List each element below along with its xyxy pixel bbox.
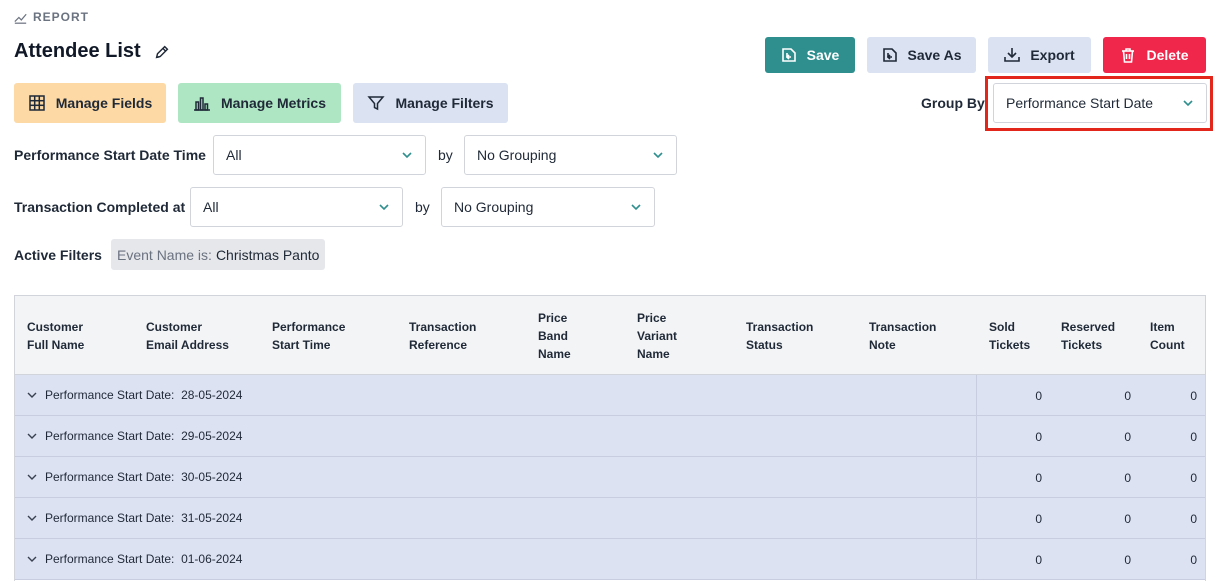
- column-header[interactable]: Transaction Status: [746, 296, 813, 375]
- column-header[interactable]: Price Band Name: [538, 296, 571, 375]
- kicker-label: REPORT: [33, 10, 90, 24]
- transaction-grouping-select[interactable]: No Grouping: [441, 187, 655, 227]
- manage-fields-button[interactable]: Manage Fields: [14, 83, 166, 123]
- sold-tickets-cell: 0: [1035, 471, 1042, 485]
- chevron-down-icon[interactable]: [27, 554, 37, 564]
- group-by-select[interactable]: Performance Start Date: [993, 83, 1207, 123]
- export-button[interactable]: Export: [988, 37, 1091, 73]
- column-header[interactable]: Customer Full Name: [27, 296, 84, 375]
- column-header[interactable]: Transaction Note: [869, 296, 936, 375]
- manage-fields-label: Manage Fields: [55, 95, 153, 111]
- performance-grouping-select[interactable]: No Grouping: [464, 135, 677, 175]
- group-row[interactable]: Performance Start Date: 31-05-2024 0 0 0: [15, 498, 1205, 539]
- column-header[interactable]: Sold Tickets: [989, 296, 1030, 375]
- chevron-down-icon[interactable]: [27, 390, 37, 400]
- table-header: Customer Full Name Customer Email Address …: [15, 296, 1205, 375]
- column-header[interactable]: Performance Start Time: [272, 296, 345, 375]
- chevron-down-icon: [1183, 100, 1193, 107]
- manage-filters-label: Manage Filters: [395, 95, 494, 111]
- performance-grouping-value: No Grouping: [477, 147, 557, 163]
- chevron-down-icon: [631, 204, 641, 211]
- bar-chart-icon: [193, 97, 210, 111]
- group-by-value: Performance Start Date: [1006, 95, 1154, 111]
- sold-tickets-cell: 0: [1035, 512, 1042, 526]
- chevron-down-icon[interactable]: [27, 513, 37, 523]
- reserved-tickets-cell: 0: [1124, 512, 1131, 526]
- reserved-tickets-cell: 0: [1124, 553, 1131, 567]
- export-label: Export: [1030, 47, 1075, 63]
- reserved-tickets-cell: 0: [1124, 389, 1131, 403]
- group-label: Performance Start Date: 29-05-2024: [45, 429, 243, 443]
- sold-tickets-cell: 0: [1035, 553, 1042, 567]
- chevron-down-icon[interactable]: [27, 431, 37, 441]
- trash-icon: [1122, 48, 1135, 63]
- column-header[interactable]: Customer Email Address: [146, 296, 229, 375]
- transaction-date-filter-label: Transaction Completed at: [14, 199, 186, 215]
- group-row[interactable]: Performance Start Date: 28-05-2024 0 0 0: [15, 375, 1205, 416]
- reserved-tickets-cell: 0: [1124, 471, 1131, 485]
- group-label: Performance Start Date: 30-05-2024: [45, 470, 243, 484]
- delete-label: Delete: [1146, 47, 1189, 63]
- column-divider: [976, 498, 977, 538]
- group-row[interactable]: Performance Start Date: 30-05-2024 0 0 0: [15, 457, 1205, 498]
- save-as-button[interactable]: Save As: [867, 37, 976, 73]
- group-row[interactable]: Performance Start Date: 01-06-2024 0 0 0: [15, 539, 1205, 580]
- pencil-icon[interactable]: [153, 43, 171, 61]
- save-as-label: Save As: [907, 47, 962, 63]
- page-title: Attendee List: [14, 40, 141, 62]
- filter-chip-key: Event Name is:: [117, 246, 212, 263]
- reserved-tickets-cell: 0: [1124, 430, 1131, 444]
- group-label: Performance Start Date: 31-05-2024: [45, 511, 243, 525]
- item-count-cell: 0: [1190, 389, 1197, 403]
- column-header[interactable]: Item Count: [1150, 296, 1185, 375]
- group-label: Performance Start Date: 01-06-2024: [45, 552, 243, 566]
- transaction-by-label: by: [415, 199, 430, 215]
- title-row: Attendee List: [14, 40, 171, 63]
- transaction-grouping-value: No Grouping: [454, 199, 534, 215]
- report-table: Customer Full Name Customer Email Address …: [14, 295, 1206, 581]
- save-as-icon: [882, 48, 897, 62]
- manage-filters-button[interactable]: Manage Filters: [353, 83, 508, 123]
- filter-chip-value: Christmas Panto: [215, 246, 320, 263]
- column-divider: [976, 457, 977, 497]
- sold-tickets-cell: 0: [1035, 389, 1042, 403]
- download-icon: [1004, 48, 1021, 62]
- manage-metrics-button[interactable]: Manage Metrics: [178, 83, 341, 123]
- column-divider: [976, 539, 977, 579]
- item-count-cell: 0: [1190, 430, 1197, 444]
- column-header[interactable]: Price Variant Name: [637, 296, 677, 375]
- grid-icon: [29, 95, 45, 111]
- transaction-date-range-value: All: [203, 199, 219, 215]
- save-label: Save: [806, 47, 840, 63]
- item-count-cell: 0: [1190, 471, 1197, 485]
- filter-chip[interactable]: Event Name is: Christmas Panto: [111, 239, 326, 270]
- column-divider: [976, 416, 977, 456]
- chevron-down-icon: [653, 152, 663, 159]
- chevron-down-icon[interactable]: [27, 472, 37, 482]
- chevron-down-icon: [402, 152, 412, 159]
- group-label: Performance Start Date: 28-05-2024: [45, 388, 243, 402]
- group-row[interactable]: Performance Start Date: 29-05-2024 0 0 0: [15, 416, 1205, 457]
- performance-by-label: by: [438, 147, 453, 163]
- delete-button[interactable]: Delete: [1103, 37, 1206, 73]
- save-icon: [781, 48, 796, 62]
- report-kicker: REPORT: [14, 10, 89, 24]
- transaction-date-range-select[interactable]: All: [190, 187, 403, 227]
- group-by-label: Group By: [921, 95, 985, 111]
- column-header[interactable]: Transaction Reference: [409, 296, 476, 375]
- item-count-cell: 0: [1190, 553, 1197, 567]
- active-filters-label: Active Filters: [14, 247, 102, 263]
- performance-date-range-value: All: [226, 147, 242, 163]
- chevron-down-icon: [379, 204, 389, 211]
- performance-date-range-select[interactable]: All: [213, 135, 426, 175]
- filter-icon: [367, 96, 386, 111]
- manage-metrics-label: Manage Metrics: [220, 95, 327, 111]
- save-button[interactable]: Save: [765, 37, 855, 73]
- sold-tickets-cell: 0: [1035, 430, 1042, 444]
- column-header[interactable]: Reserved Tickets: [1061, 296, 1115, 375]
- item-count-cell: 0: [1190, 512, 1197, 526]
- column-divider: [976, 375, 977, 415]
- performance-date-filter-label: Performance Start Date Time: [14, 147, 206, 163]
- trending-up-icon: [14, 13, 27, 24]
